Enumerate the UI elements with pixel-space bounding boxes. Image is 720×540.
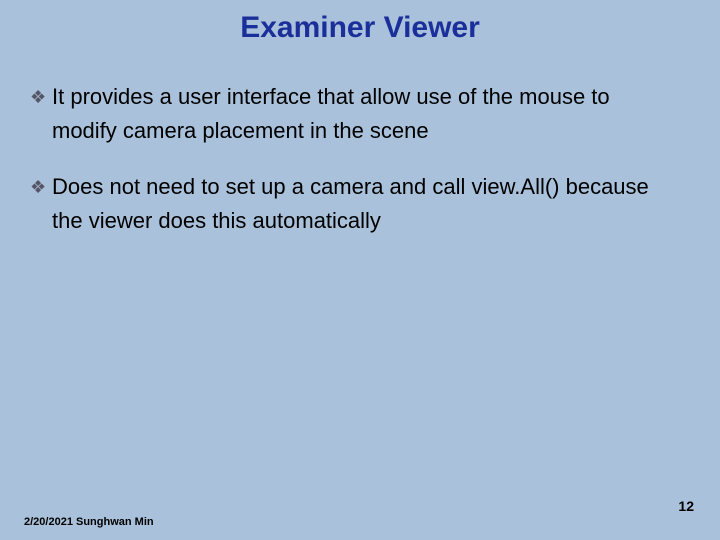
slide-body: ❖ It provides a user interface that allo…: [30, 80, 680, 260]
bullet-item: ❖ Does not need to set up a camera and c…: [30, 170, 680, 238]
bullet-text: It provides a user interface that allow …: [52, 80, 680, 148]
footer-author: Sunghwan Min: [76, 516, 154, 528]
diamond-bullet-icon: ❖: [30, 84, 52, 112]
footer-date: 2/20/2021: [24, 516, 73, 528]
diamond-bullet-icon: ❖: [30, 174, 52, 202]
slide-title: Examiner Viewer: [0, 11, 720, 45]
page-number: 12: [678, 498, 694, 514]
slide: Examiner Viewer ❖ It provides a user int…: [0, 0, 720, 540]
footer: 2/20/2021 Sunghwan Min: [24, 516, 154, 528]
bullet-text: Does not need to set up a camera and cal…: [52, 170, 680, 238]
bullet-item: ❖ It provides a user interface that allo…: [30, 80, 680, 148]
